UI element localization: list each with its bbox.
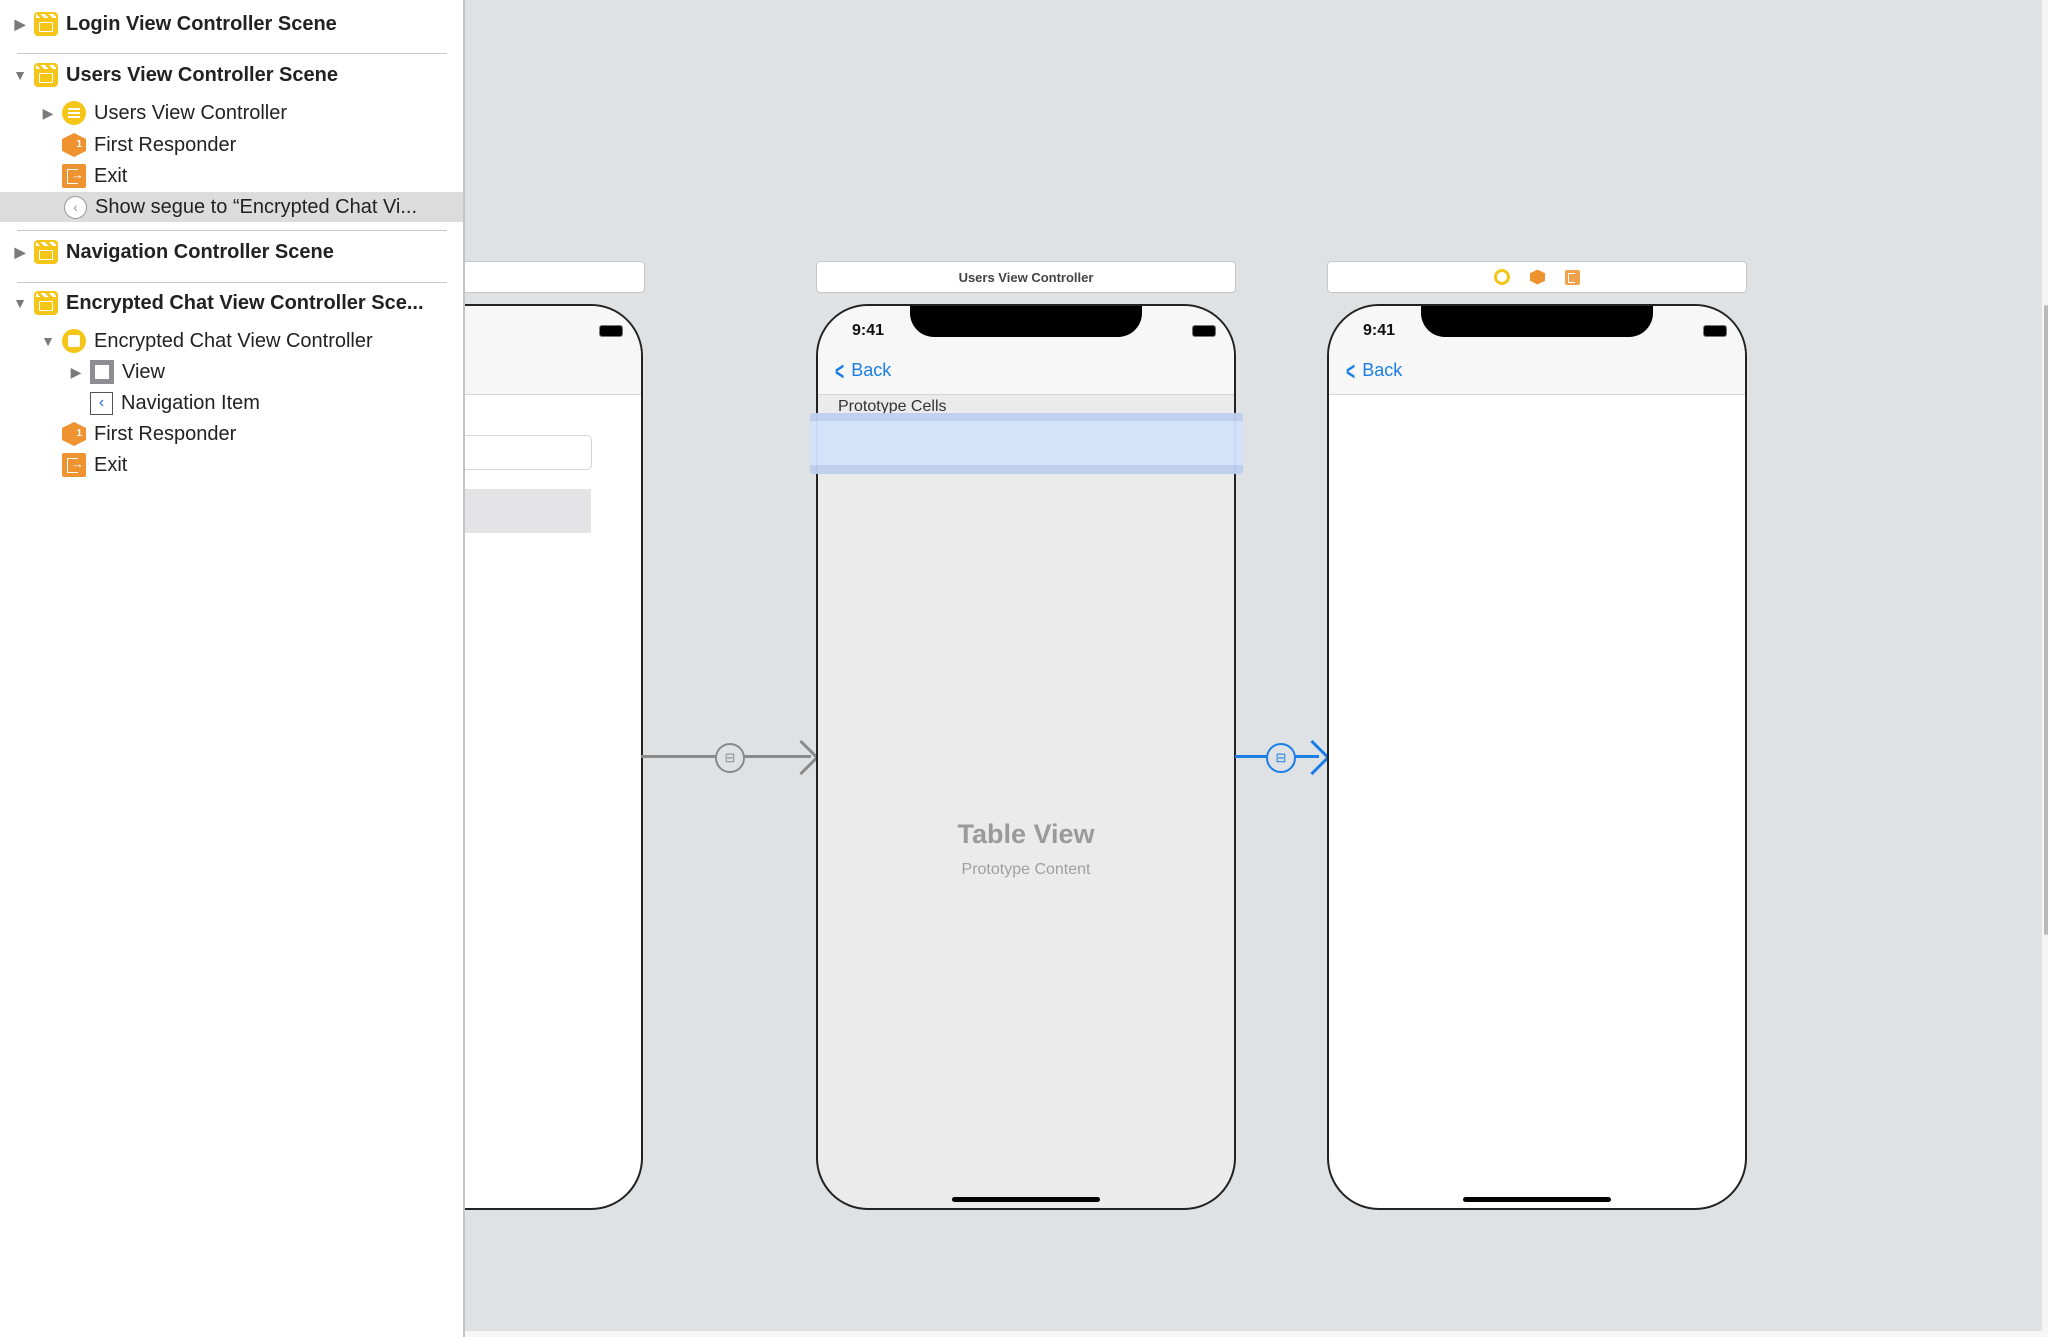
navigation-item-icon: ‹ — [90, 391, 113, 415]
outline-row-first-responder[interactable]: First Responder — [0, 130, 463, 160]
chevron-left-icon: < — [1346, 355, 1356, 386]
outline-row-exit[interactable]: Exit — [0, 450, 463, 480]
outline-row-encrypted-chat-scene[interactable]: ▼ Encrypted Chat View Controller Sce... — [0, 288, 463, 318]
disclosure-collapsed-icon[interactable]: ▶ — [12, 244, 28, 260]
arrow-head-icon — [783, 739, 820, 776]
canvas-bottom-edge — [465, 1331, 2048, 1337]
exit-icon — [62, 164, 86, 188]
notch — [910, 306, 1142, 337]
outline-row-exit[interactable]: Exit — [0, 161, 463, 191]
home-indicator — [952, 1197, 1100, 1202]
status-time: 9:41 — [1363, 322, 1396, 339]
scene-icon — [34, 63, 58, 87]
exit-icon[interactable] — [1565, 269, 1580, 285]
chat-phone-frame[interactable]: 9:41 < Back — [1327, 304, 1747, 1210]
outline-row-encrypted-chat-view-controller[interactable]: ▼ Encrypted Chat View Controller — [0, 326, 463, 356]
outline-divider — [17, 53, 447, 54]
storyboard-canvas[interactable]: roller ⊟ Users View Controller 9:41 < Ba… — [465, 0, 2042, 1331]
outline-divider — [17, 230, 447, 231]
segue-node-icon[interactable]: ⊟ — [715, 743, 745, 773]
battery-icon — [1703, 325, 1727, 337]
battery-icon — [1192, 325, 1216, 337]
back-button[interactable]: < Back — [832, 355, 892, 386]
disclosure-collapsed-icon[interactable]: ▶ — [40, 105, 56, 121]
outline-row-label: Encrypted Chat View Controller — [94, 329, 373, 352]
scene-icon — [34, 12, 58, 36]
outline-row-label: Login View Controller Scene — [66, 12, 337, 35]
chat-scene-title-bar[interactable] — [1327, 261, 1747, 293]
arrow-head-icon — [1294, 739, 1331, 776]
first-responder-icon — [62, 422, 86, 446]
outline-row-label: Users View Controller — [94, 101, 288, 124]
segue-icon: ‹ — [64, 195, 87, 219]
disclosure-expanded-icon[interactable]: ▼ — [40, 333, 56, 349]
disclosure-collapsed-icon[interactable]: ▶ — [68, 364, 84, 380]
outline-row-label: Exit — [94, 453, 128, 476]
scene-icon — [34, 240, 58, 264]
vertical-scrollbar[interactable] — [2044, 305, 2048, 935]
selected-prototype-cell[interactable] — [810, 413, 1243, 474]
outline-row-label: View — [122, 360, 165, 383]
back-label: Back — [1362, 360, 1403, 380]
view-controller-icon — [62, 329, 86, 353]
outline-row-navigation-item[interactable]: ‹ Navigation Item — [0, 388, 463, 418]
outline-row-label: First Responder — [94, 133, 237, 156]
notch — [1421, 306, 1653, 337]
outline-row-label: Users View Controller Scene — [66, 63, 338, 86]
outline-row-label: Navigation Controller Scene — [66, 240, 334, 263]
scene-dock-icons — [1494, 269, 1580, 285]
home-indicator — [1463, 1197, 1611, 1202]
disclosure-expanded-icon[interactable]: ▼ — [12, 295, 28, 311]
outline-row-users-scene[interactable]: ▼ Users View Controller Scene — [0, 60, 463, 90]
outline-row-show-segue[interactable]: ‹ Show segue to “Encrypted Chat Vi... — [0, 192, 463, 222]
table-view-controller-icon — [62, 101, 86, 125]
back-button[interactable]: < Back — [1343, 355, 1403, 386]
outline-row-login-scene[interactable]: ▶ Login View Controller Scene — [0, 9, 463, 39]
users-scene-title-bar[interactable]: Users View Controller — [816, 261, 1236, 293]
first-responder-icon[interactable] — [1530, 269, 1545, 285]
outline-row-navigation-scene[interactable]: ▶ Navigation Controller Scene — [0, 237, 463, 267]
scene-icon — [34, 291, 58, 315]
selected-segue-node-icon[interactable]: ⊟ — [1266, 743, 1296, 773]
navigation-bar — [465, 306, 641, 395]
login-button[interactable] — [465, 489, 591, 533]
back-label: Back — [851, 360, 892, 380]
first-responder-icon — [62, 133, 86, 157]
outline-row-label: Encrypted Chat View Controller Sce... — [66, 291, 424, 314]
login-phone-frame[interactable] — [465, 304, 643, 1210]
outline-row-view[interactable]: ▶ View — [0, 357, 463, 387]
disclosure-expanded-icon[interactable]: ▼ — [12, 67, 28, 83]
table-view-title: Table View — [957, 819, 1095, 849]
login-scene-title-bar[interactable]: roller — [465, 261, 645, 293]
exit-icon — [62, 453, 86, 477]
view-icon — [90, 360, 114, 384]
table-view-subtitle: Prototype Content — [961, 861, 1091, 878]
outline-row-label: Navigation Item — [121, 391, 260, 414]
outline-row-label: Show segue to “Encrypted Chat Vi... — [95, 195, 418, 218]
document-outline: ▶ Login View Controller Scene ▼ Users Vi… — [0, 0, 465, 1337]
chevron-left-icon: < — [835, 355, 845, 386]
outline-row-users-view-controller[interactable]: ▶ Users View Controller — [0, 98, 463, 128]
outline-row-label: Exit — [94, 164, 128, 187]
outline-divider — [17, 282, 447, 283]
battery-icon — [599, 325, 623, 337]
outline-row-label: First Responder — [94, 422, 237, 445]
scene-title: Users View Controller — [958, 269, 1094, 285]
view-controller-icon[interactable] — [1494, 269, 1510, 285]
disclosure-collapsed-icon[interactable]: ▶ — [12, 16, 28, 32]
text-field[interactable] — [465, 435, 592, 470]
outline-row-first-responder[interactable]: First Responder — [0, 419, 463, 449]
status-time: 9:41 — [852, 322, 885, 339]
